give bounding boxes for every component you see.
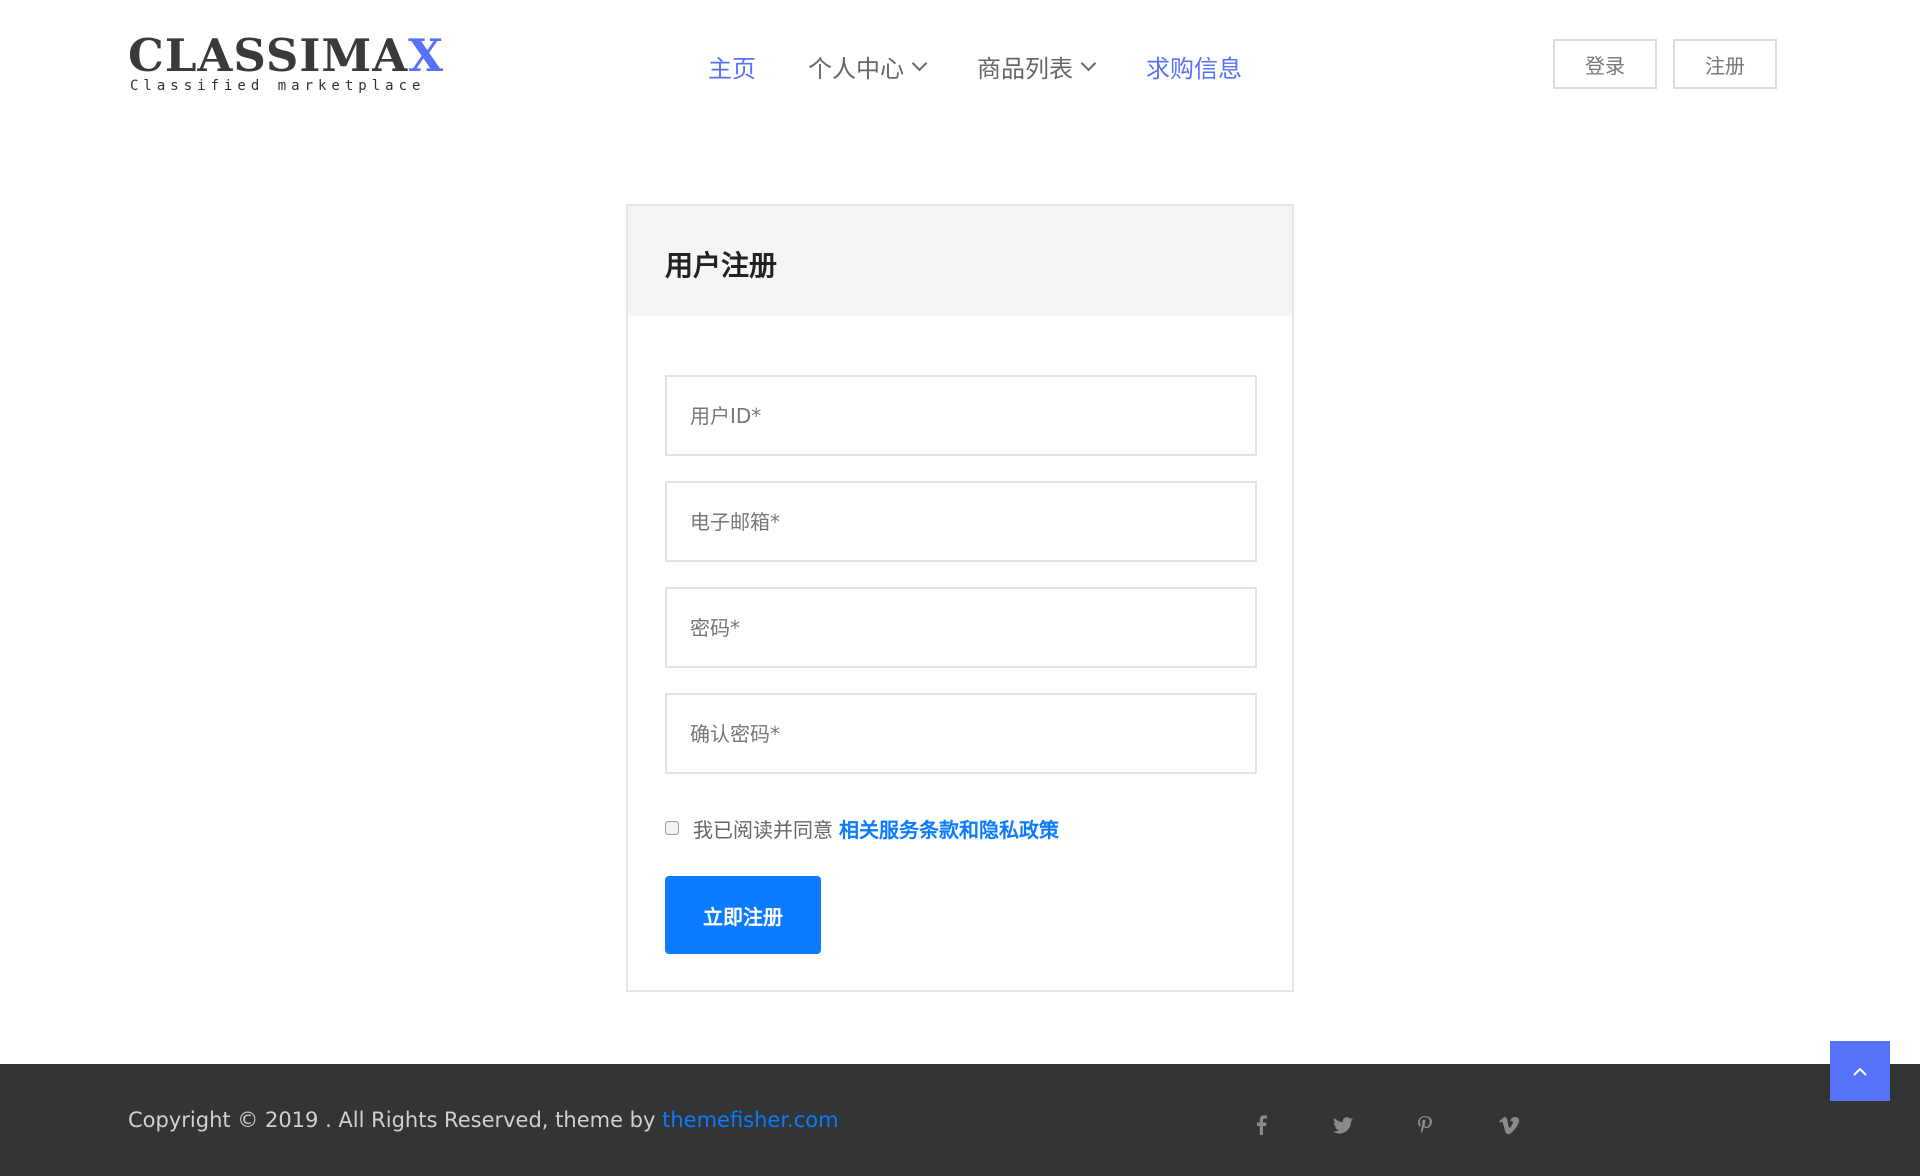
brand-tagline: Classified marketplace [130, 78, 426, 94]
register-card: 用户注册 我已阅读并同意 相关服务条款和隐私政策 立即注册 [626, 204, 1294, 992]
terms-link[interactable]: 相关服务条款和隐私政策 [839, 814, 1059, 843]
pinterest-icon[interactable] [1410, 1110, 1440, 1140]
site-footer: Copyright © 2019 . All Rights Reserved, … [0, 1064, 1920, 1176]
nav-item-purchase-info[interactable]: 求购信息 [1146, 49, 1242, 84]
chevron-up-icon [1853, 1067, 1867, 1076]
back-to-top-button[interactable] [1830, 1041, 1890, 1101]
brand-logo-text: CLASSIMAX [128, 29, 445, 82]
register-card-header: 用户注册 [628, 206, 1292, 316]
themefisher-link[interactable]: themefisher.com [662, 1108, 838, 1132]
login-button[interactable]: 登录 [1553, 39, 1657, 89]
nav-item-home[interactable]: 主页 [708, 49, 756, 84]
brand-logo[interactable]: CLASSIMAX Classified marketplace [128, 30, 443, 102]
confirm-password-input[interactable] [665, 693, 1257, 774]
page-title: 用户注册 [665, 249, 778, 282]
chevron-down-icon [911, 55, 928, 71]
main-nav: 主页 个人中心 商品列表 求购信息 [708, 46, 1294, 86]
user-id-input[interactable] [665, 375, 1257, 456]
vimeo-icon[interactable] [1494, 1110, 1524, 1140]
copyright-text: Copyright © 2019 . All Rights Reserved, … [128, 1108, 839, 1132]
chevron-down-icon [1080, 55, 1097, 71]
terms-agreement: 我已阅读并同意 相关服务条款和隐私政策 [665, 813, 1059, 843]
terms-label: 我已阅读并同意 [693, 817, 833, 842]
submit-register-button[interactable]: 立即注册 [665, 876, 821, 954]
nav-item-personal-center[interactable]: 个人中心 [808, 49, 928, 84]
register-button[interactable]: 注册 [1673, 39, 1777, 89]
nav-item-product-list[interactable]: 商品列表 [977, 49, 1097, 84]
nav-item-label: 商品列表 [977, 54, 1073, 83]
site-header: CLASSIMAX Classified marketplace 主页 个人中心… [0, 0, 1920, 134]
twitter-icon[interactable] [1328, 1110, 1358, 1140]
facebook-icon[interactable] [1246, 1110, 1276, 1140]
email-input[interactable] [665, 481, 1257, 562]
password-input[interactable] [665, 587, 1257, 668]
nav-item-label: 个人中心 [808, 54, 904, 83]
terms-checkbox[interactable] [665, 821, 679, 835]
